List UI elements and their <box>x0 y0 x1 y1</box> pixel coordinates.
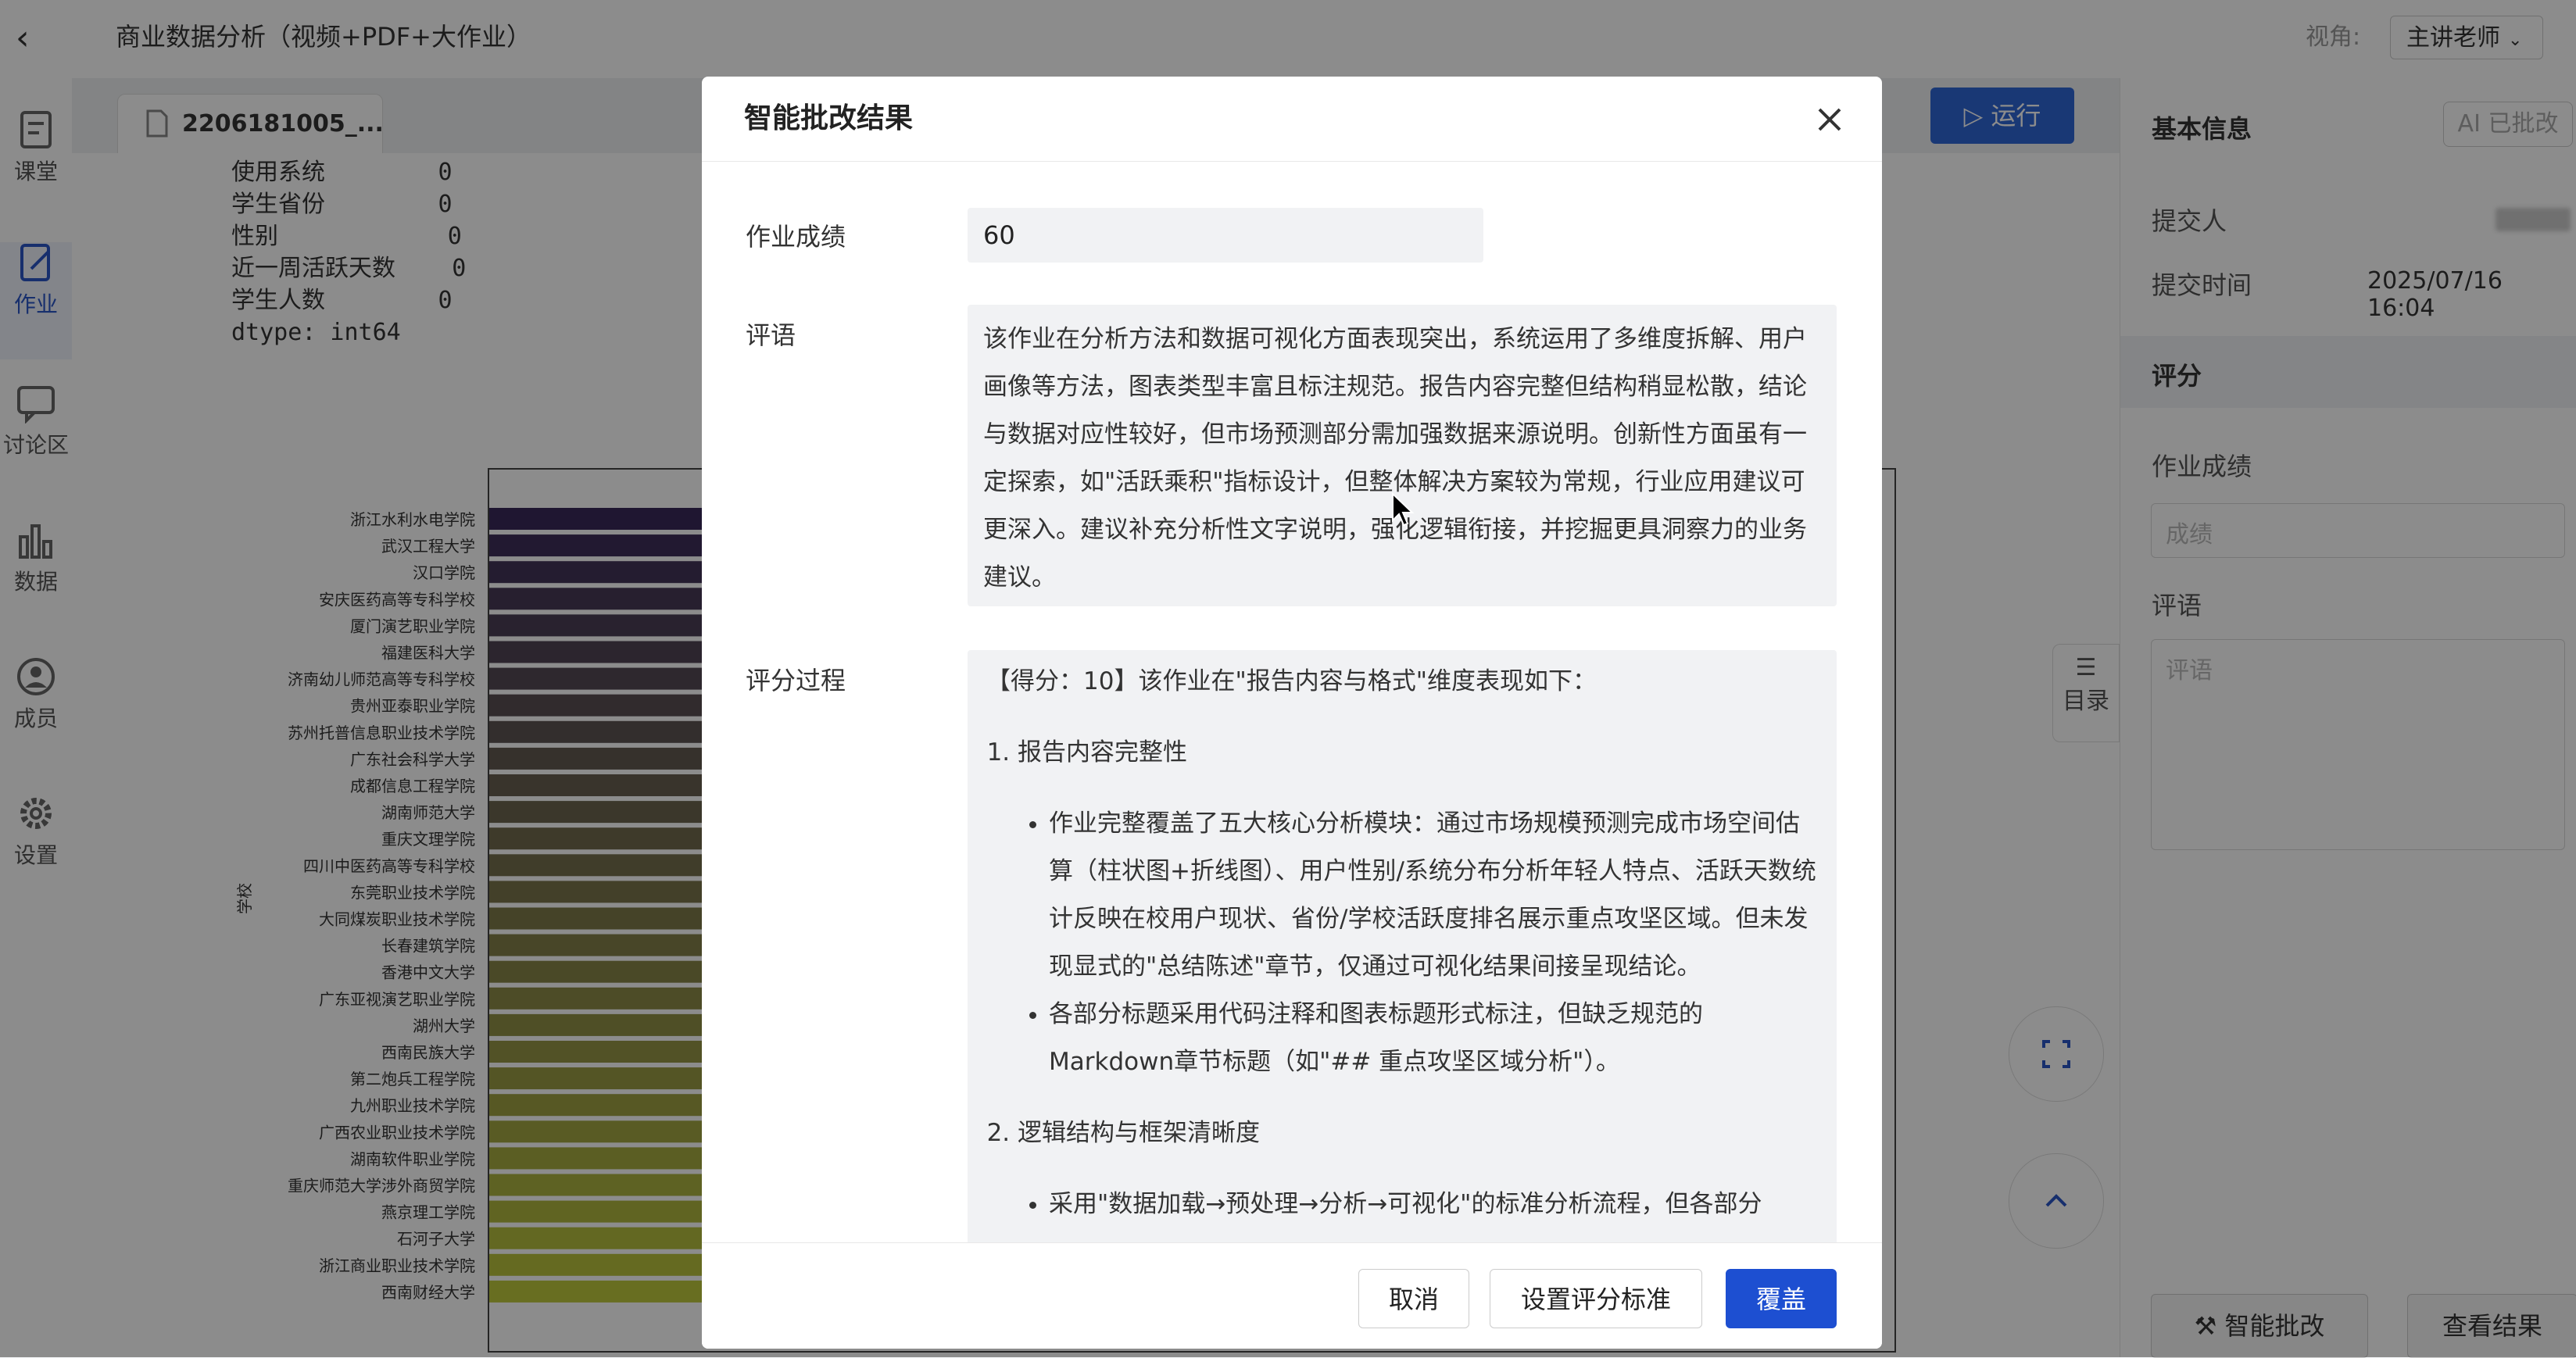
process-bullet-3: 采用"数据加载→预处理→分析→可视化"的标准分析流程，但各部分 <box>1049 1181 1818 1228</box>
process-intro: 【得分：10】该作业在"报告内容与格式"维度表现如下： <box>986 667 1597 695</box>
mouse-cursor-icon <box>1392 492 1415 527</box>
process-label: 评分过程 <box>746 666 846 695</box>
cover-button[interactable]: 覆盖 <box>1726 1269 1837 1328</box>
ai-grading-result-dialog: 智能批改结果 作业成绩 60 评语 该作业在分析方法和数据可视化方面表现突出，系… <box>702 77 1882 1349</box>
process-bullet-2: 各部分标题采用代码注释和图表标题形式标注，但缺乏规范的Markdown章节标题（… <box>1049 991 1818 1086</box>
dialog-footer <box>702 1242 1882 1349</box>
close-icon[interactable] <box>1810 100 1849 139</box>
score-label: 作业成绩 <box>746 222 846 252</box>
comment-label: 评语 <box>746 320 796 350</box>
cancel-button[interactable]: 取消 <box>1358 1269 1469 1328</box>
dialog-header-divider <box>702 161 1882 162</box>
process-heading-1: 报告内容完整性 <box>1018 729 1818 777</box>
dialog-title: 智能批改结果 <box>744 102 914 134</box>
process-bullet-1: 作业完整覆盖了五大核心分析模块：通过市场规模预测完成市场空间估算（柱状图+折线图… <box>1049 800 1818 991</box>
score-field[interactable]: 60 <box>968 208 1483 263</box>
set-criteria-button[interactable]: 设置评分标准 <box>1490 1269 1702 1328</box>
comment-field[interactable]: 该作业在分析方法和数据可视化方面表现突出，系统运用了多维度拆解、用户画像等方法，… <box>968 305 1837 606</box>
grading-process-panel[interactable]: 【得分：10】该作业在"报告内容与格式"维度表现如下： 报告内容完整性 作业完整… <box>968 650 1837 1320</box>
process-heading-2: 逻辑结构与框架清晰度 <box>1018 1110 1818 1157</box>
